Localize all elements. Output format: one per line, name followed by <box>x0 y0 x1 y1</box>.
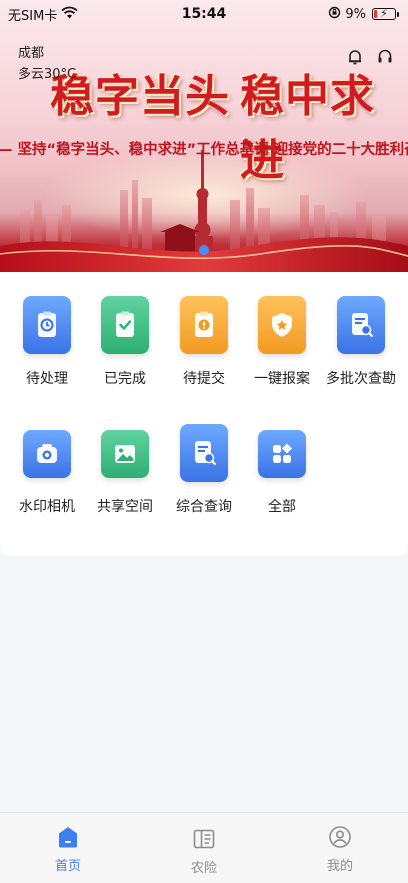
tab-label: 农险 <box>190 861 217 876</box>
status-bar: 无SIM卡 15:44 9% ⚡ <box>0 0 408 28</box>
grid-label: 待处理 <box>26 371 68 387</box>
image-icon <box>101 430 149 478</box>
tab-label: 首页 <box>54 859 81 874</box>
grid-label: 水印相机 <box>19 499 75 515</box>
grid-label: 已完成 <box>104 371 146 387</box>
grid-label: 共享空间 <box>97 499 153 515</box>
tab-mine[interactable]: 我的 <box>300 825 380 874</box>
headset-icon[interactable] <box>376 48 394 66</box>
banner[interactable]: 无SIM卡 15:44 9% ⚡ 稳字当头 稳中求进 — 坚持“稳字当头、稳中求… <box>0 0 408 272</box>
function-grid: 待处理 已完成 待提交 一键报案 多批次查勘 水印相机 共享空间 综合查询 全部 <box>0 272 408 556</box>
check-clipboard-icon <box>101 296 149 354</box>
grid-item-completed[interactable]: 已完成 <box>85 296 165 388</box>
tab-home[interactable]: 首页 <box>28 825 108 874</box>
banner-subline: — 坚持“稳字当头、稳中求进”工作总基调 迎接党的二十大胜利召 <box>0 142 408 158</box>
user-icon <box>329 826 351 848</box>
grid-item-shared-space[interactable]: 共享空间 <box>85 424 165 516</box>
grid-label: 待提交 <box>183 371 225 387</box>
city-label[interactable]: 成都 <box>18 42 44 61</box>
banner-slogan-right: 稳中求进 <box>240 71 375 186</box>
grid-item-multi-batch[interactable]: 多批次查勘 <box>321 296 401 388</box>
carousel-indicator[interactable] <box>199 245 209 255</box>
weather-label: 多云30°C <box>18 67 77 82</box>
grid-item-general-query[interactable]: 综合查询 <box>164 424 244 516</box>
bell-icon[interactable] <box>346 48 364 66</box>
grid-item-pending[interactable]: 待处理 <box>7 296 87 388</box>
banner-slogan-left: 稳字当头 <box>50 71 230 122</box>
grid-label: 多批次查勘 <box>326 371 396 387</box>
grid-label: 全部 <box>268 499 296 515</box>
book-icon <box>193 829 215 849</box>
grid-label: 一键报案 <box>254 371 310 387</box>
grid-item-quick-report[interactable]: 一键报案 <box>242 296 322 388</box>
alert-clipboard-icon <box>180 296 228 354</box>
carrier-label: 无SIM卡 <box>8 8 58 24</box>
camera-icon <box>23 430 71 478</box>
wifi-icon <box>61 6 78 23</box>
grid-item-watermark-camera[interactable]: 水印相机 <box>7 424 87 516</box>
battery-charging-icon: ⚡ <box>372 7 399 20</box>
grid-item-all[interactable]: 全部 <box>242 424 322 516</box>
document-search-icon <box>180 424 228 482</box>
orientation-lock-icon <box>328 6 341 23</box>
police-shield-icon <box>258 296 306 354</box>
apps-grid-icon <box>258 430 306 478</box>
tab-agri-insurance[interactable]: 农险 <box>164 827 244 876</box>
grid-label: 综合查询 <box>176 499 232 515</box>
battery-percent: 9% <box>345 6 366 22</box>
tab-label: 我的 <box>326 859 353 874</box>
tab-bar: 首页 农险 我的 <box>0 812 408 883</box>
clock-clipboard-icon <box>23 296 71 354</box>
home-icon <box>59 827 77 848</box>
grid-item-to-submit[interactable]: 待提交 <box>164 296 244 388</box>
document-search-icon <box>337 296 385 354</box>
